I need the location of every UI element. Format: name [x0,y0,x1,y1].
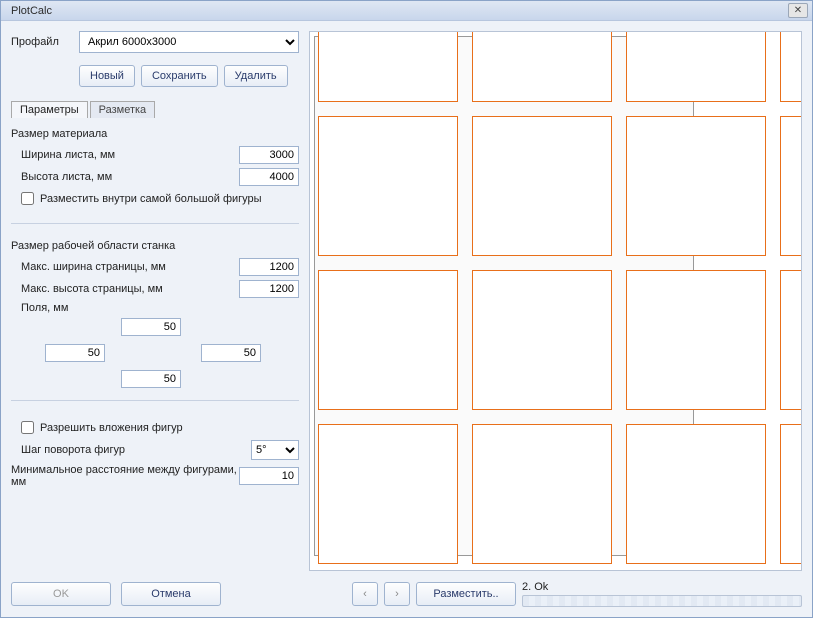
tabs: Параметры Разметка [11,101,299,118]
material-title: Размер материала [11,128,299,140]
left-panel: Профайл Акрил 6000х3000 Новый Сохранить … [11,31,299,571]
margin-right-input[interactable] [201,344,261,362]
cancel-button[interactable]: Отмена [121,582,221,606]
sheet-width-input[interactable] [239,146,299,164]
min-distance-label: Минимальное расстояние между фигурами, м… [11,464,239,488]
margins-cross [21,318,281,388]
divider-1 [11,223,299,224]
right-panel [309,31,802,571]
fit-inside-checkbox[interactable] [21,192,34,205]
max-page-height-input[interactable] [239,280,299,298]
close-icon: ✕ [794,5,802,16]
cell [626,424,766,564]
cell [626,270,766,410]
margin-left-input[interactable] [45,344,105,362]
chevron-right-icon: › [395,588,399,600]
cell [472,424,612,564]
allow-nesting-checkbox[interactable] [21,421,34,434]
cell [318,31,458,102]
cell [318,116,458,256]
footer: OK Отмена ‹ › Разместить.. 2. Ok [1,581,812,617]
fit-inside-label: Разместить внутри самой большой фигуры [40,193,262,205]
work-area-section: Размер рабочей области станка Макс. шири… [11,238,299,388]
profile-label: Профайл [11,36,71,48]
rotation-step-label: Шаг поворота фигур [11,444,251,456]
client-area: Профайл Акрил 6000х3000 Новый Сохранить … [1,21,812,581]
cell [472,31,612,102]
max-page-width-input[interactable] [239,258,299,276]
sheet-height-input[interactable] [239,168,299,186]
sheet-height-label: Высота листа, мм [11,171,239,183]
min-distance-input[interactable] [239,467,299,485]
rotation-step-select[interactable]: 5° [251,440,299,460]
margin-top-input[interactable] [121,318,181,336]
tab-markup[interactable]: Разметка [90,101,156,118]
cell [780,116,802,256]
ok-button[interactable]: OK [11,582,111,606]
preview-canvas[interactable] [309,31,802,571]
cell [626,116,766,256]
allow-nesting-label: Разрешить вложения фигур [40,422,183,434]
main-window: PlotCalc ✕ Профайл Акрил 6000х3000 Новый… [0,0,813,618]
status-index: 2. [522,581,531,593]
progress-bar [522,595,802,607]
divider-2 [11,400,299,401]
max-page-width-label: Макс. ширина страницы, мм [11,261,239,273]
options-section: Разрешить вложения фигур Шаг поворота фи… [11,415,299,492]
cell [472,116,612,256]
prev-page-button[interactable]: ‹ [352,582,378,606]
cell [318,270,458,410]
sheet-width-label: Ширина листа, мм [11,149,239,161]
margin-bottom-input[interactable] [121,370,181,388]
chevron-left-icon: ‹ [363,588,367,600]
tab-parameters[interactable]: Параметры [11,101,88,118]
delete-profile-button[interactable]: Удалить [224,65,288,87]
new-profile-button[interactable]: Новый [79,65,135,87]
margins-label: Поля, мм [11,302,299,314]
close-button[interactable]: ✕ [788,3,808,18]
work-area-title: Размер рабочей области станка [11,240,299,252]
material-size-section: Размер материала Ширина листа, мм Высота… [11,126,299,211]
status-text: Ok [534,581,548,593]
window-title: PlotCalc [5,5,788,17]
cell [780,270,802,410]
cell [626,31,766,102]
place-button[interactable]: Разместить.. [416,582,516,606]
next-page-button[interactable]: › [384,582,410,606]
save-profile-button[interactable]: Сохранить [141,65,218,87]
cell [780,424,802,564]
cell [780,31,802,102]
cell [472,270,612,410]
cell [318,424,458,564]
profile-combobox[interactable]: Акрил 6000х3000 [79,31,299,53]
titlebar[interactable]: PlotCalc ✕ [1,1,812,21]
max-page-height-label: Макс. высота страницы, мм [11,283,239,295]
